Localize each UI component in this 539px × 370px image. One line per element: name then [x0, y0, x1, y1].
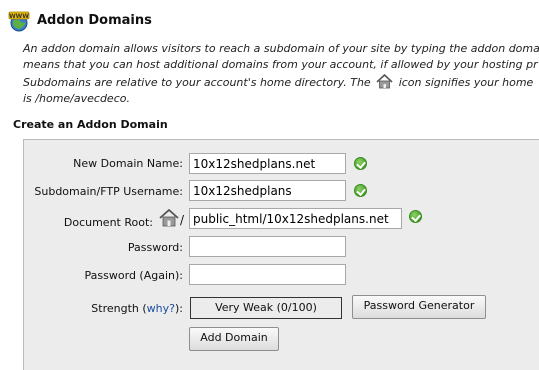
subdomain-input[interactable]: 10x12shedplans	[189, 180, 346, 201]
strength-label: Strength (why?):	[91, 302, 183, 315]
password-again-label: Password (Again):	[84, 269, 183, 282]
home-icon	[159, 208, 179, 227]
www-addon-icon: WWW	[8, 10, 30, 32]
path-separator: /	[180, 213, 185, 227]
add-domain-button[interactable]: Add Domain	[189, 327, 279, 351]
green-check-icon	[409, 210, 422, 223]
password-again-input[interactable]	[189, 264, 346, 285]
description-line-1: An addon domain allows visitors to reach…	[23, 42, 539, 55]
green-check-icon	[354, 157, 367, 170]
strength-label-text: Strength	[91, 302, 139, 315]
password-generator-button[interactable]: Password Generator	[352, 295, 486, 319]
document-root-label: Document Root:	[63, 216, 153, 229]
why-help-link[interactable]: why?	[147, 302, 175, 315]
green-check-icon	[354, 184, 367, 197]
password-input[interactable]	[189, 236, 346, 257]
description-line-4: is /home/avecdeco.	[23, 92, 130, 105]
subdomain-label: Subdomain/FTP Username:	[34, 185, 183, 198]
new-domain-input[interactable]: 10x12shedplans.net	[189, 153, 346, 174]
svg-text:WWW: WWW	[9, 13, 29, 20]
description-line-3a: Subdomains are relative to your account'…	[23, 76, 371, 89]
document-root-input[interactable]: public_html/10x12shedplans.net	[189, 208, 402, 229]
strength-close: ):	[175, 302, 183, 315]
description-line-2: means that you can host additional domai…	[23, 58, 538, 71]
home-icon	[376, 73, 393, 93]
description-line-3b: icon signifies your home	[398, 76, 534, 89]
password-label: Password:	[127, 241, 183, 254]
page-title: Addon Domains	[37, 13, 152, 28]
password-strength-meter: Very Weak (0/100)	[190, 297, 342, 319]
section-title: Create an Addon Domain	[13, 118, 168, 131]
description-line-3: Subdomains are relative to your account'…	[23, 73, 534, 93]
new-domain-label: New Domain Name:	[73, 157, 183, 170]
